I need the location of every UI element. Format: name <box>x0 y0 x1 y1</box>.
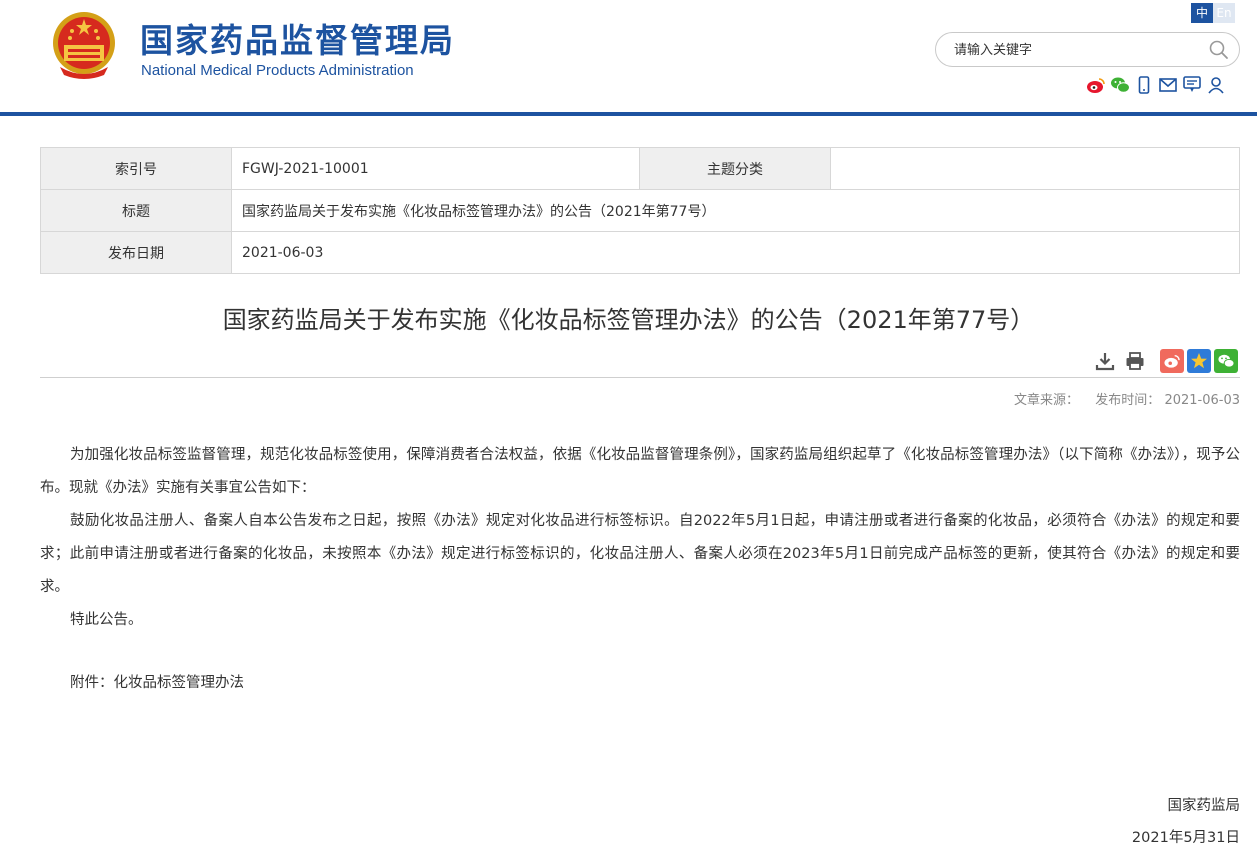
header-divider <box>0 112 1257 116</box>
date-value: 2021-06-03 <box>231 231 1240 274</box>
paragraph-2: 鼓励化妆品注册人、备案人自本公告发布之日起，按照《办法》规定对化妆品进行标签标识… <box>40 513 1240 595</box>
share-qzone-icon[interactable] <box>1187 349 1211 373</box>
lang-zh-button[interactable]: 中 <box>1191 3 1213 23</box>
chat-icon[interactable] <box>1182 75 1202 95</box>
user-icon[interactable] <box>1206 75 1226 95</box>
mobile-icon[interactable] <box>1134 75 1154 95</box>
index-label: 索引号 <box>40 147 232 190</box>
social-links <box>1086 75 1226 95</box>
attachment-link[interactable]: 附件：化妆品标签管理办法 <box>40 667 1240 700</box>
article-body: 为加强化妆品标签监督管理，规范化妆品标签使用，保障消费者合法权益，依据《化妆品监… <box>40 439 1240 700</box>
meta-row-title: 标题 国家药监局关于发布实施《化妆品标签管理办法》的公告（2021年第77号） <box>40 189 1240 232</box>
share-wechat-icon[interactable] <box>1214 349 1238 373</box>
national-emblem-icon <box>53 12 115 79</box>
share-weibo-icon[interactable] <box>1160 349 1184 373</box>
search-box <box>935 32 1240 67</box>
share-buttons <box>1160 349 1238 373</box>
publish-label: 发布时间： <box>1095 393 1161 408</box>
wechat-icon[interactable] <box>1110 75 1130 95</box>
lang-en-button[interactable]: En <box>1213 3 1235 23</box>
title-value: 国家药监局关于发布实施《化妆品标签管理办法》的公告（2021年第77号） <box>231 189 1240 232</box>
print-icon[interactable] <box>1124 350 1146 372</box>
meta-row-index: 索引号 FGWJ-2021-10001 主题分类 <box>40 147 1240 190</box>
language-switch: 中 En <box>1191 3 1235 23</box>
site-header: 国家药品监督管理局 National Medical Products Admi… <box>0 0 1257 112</box>
article-title: 国家药监局关于发布实施《化妆品标签管理办法》的公告（2021年第77号） <box>222 306 1035 334</box>
publish-date: 2021-06-03 <box>1164 393 1240 408</box>
category-label: 主题分类 <box>639 147 831 190</box>
document-meta-table: 索引号 FGWJ-2021-10001 主题分类 标题 国家药监局关于发布实施《… <box>40 147 1240 274</box>
search-input[interactable] <box>954 40 1194 60</box>
source-label: 文章来源： <box>1013 393 1079 408</box>
site-subtitle: National Medical Products Administration <box>141 62 414 79</box>
search-icon[interactable] <box>1209 40 1229 60</box>
download-icon[interactable] <box>1094 350 1116 372</box>
mail-icon[interactable] <box>1158 75 1178 95</box>
article-divider <box>40 377 1240 378</box>
category-value <box>830 147 1240 190</box>
date-label: 发布日期 <box>40 231 232 274</box>
index-value: FGWJ-2021-10001 <box>231 147 640 190</box>
meta-row-date: 发布日期 2021-06-03 <box>40 231 1240 274</box>
signature-org: 国家药监局 <box>1167 798 1241 814</box>
site-title[interactable]: 国家药品监督管理局 <box>140 14 455 62</box>
article-tools <box>1094 350 1146 372</box>
paragraph-1: 为加强化妆品标签监督管理，规范化妆品标签使用，保障消费者合法权益，依据《化妆品监… <box>40 447 1240 496</box>
signature-date: 2021年5月31日 <box>1131 830 1240 846</box>
article-source-line: 文章来源： 发布时间： 2021-06-03 <box>1014 389 1240 408</box>
weibo-icon[interactable] <box>1086 75 1106 95</box>
title-label: 标题 <box>40 189 232 232</box>
paragraph-3: 特此公告。 <box>70 612 143 628</box>
